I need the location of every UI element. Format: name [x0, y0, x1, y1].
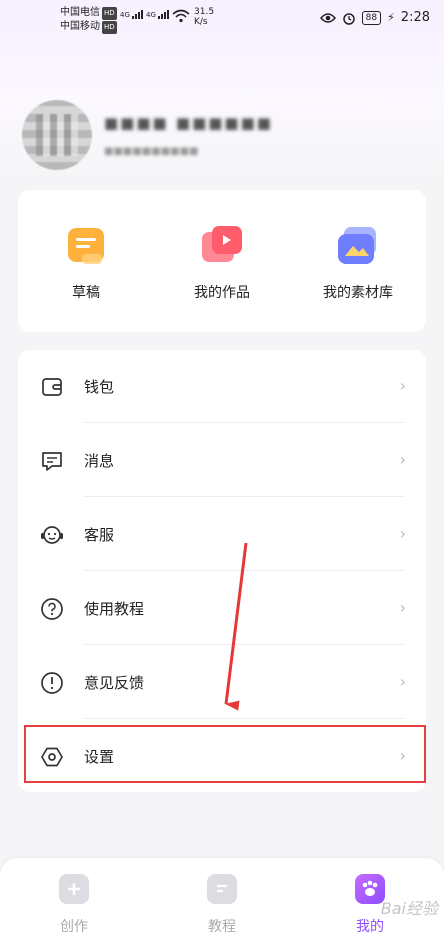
tab-label: 教程 — [208, 919, 236, 935]
watermark: Bai经验 — [380, 899, 438, 918]
annotation-arrow — [224, 542, 248, 711]
bottom-tab-bar: 创作 教程 我的 — [0, 858, 444, 937]
tutorial-icon — [207, 874, 237, 904]
tab-create[interactable]: 创作 — [24, 874, 124, 936]
annotation-highlight-box — [24, 725, 426, 783]
tab-tutorial[interactable]: 教程 — [172, 874, 272, 936]
create-icon — [59, 874, 89, 904]
tab-label: 我的 — [356, 919, 384, 935]
tab-label: 创作 — [60, 919, 88, 935]
